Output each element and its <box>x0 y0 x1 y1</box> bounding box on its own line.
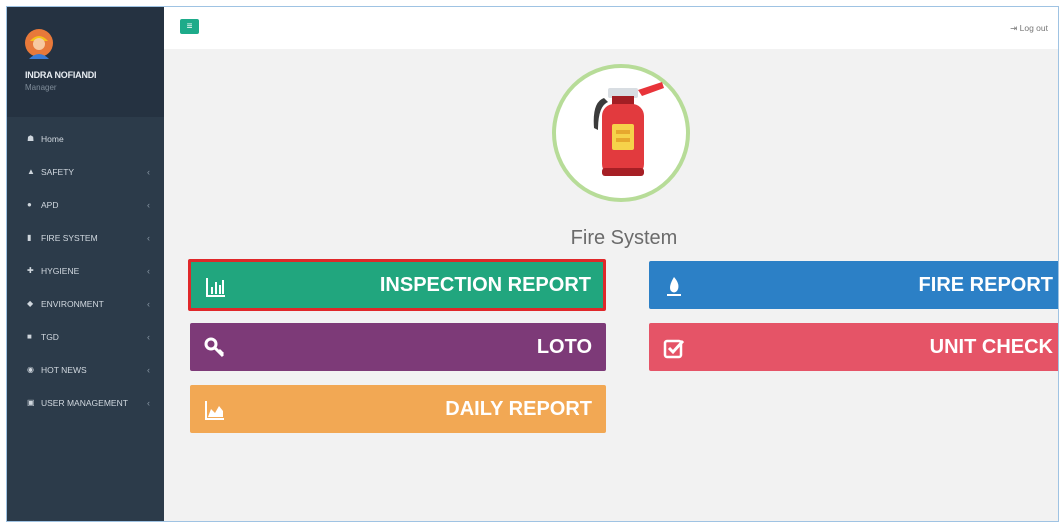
page-title: Fire System <box>570 227 678 249</box>
check-square-icon <box>663 339 685 359</box>
chevron-left-icon: ‹ <box>147 166 150 177</box>
button-label: UNIT CHECK <box>929 335 1053 358</box>
sidebar-item-hot-news[interactable]: ◉ HOT NEWS ‹ <box>7 353 164 386</box>
button-label: LOTO <box>536 335 592 358</box>
user-panel: INDRA NOFIANDI Manager <box>7 7 164 117</box>
fire-icon <box>667 277 681 296</box>
sidebar-item-label: HYGIENE <box>41 265 80 276</box>
button-label: FIRE REPORT <box>918 273 1053 296</box>
sidebar-item-label: Home <box>41 133 64 144</box>
area-chart-icon <box>205 401 224 420</box>
sidebar-item-environment[interactable]: ◆ ENVIRONMENT ‹ <box>7 287 164 320</box>
chevron-left-icon: ‹ <box>147 397 150 408</box>
key-icon <box>204 337 225 358</box>
sidebar-item-label: USER MANAGEMENT <box>41 397 128 408</box>
sidebar-item-fire-system[interactable]: ▮ FIRE SYSTEM ‹ <box>7 221 164 254</box>
lock-icon: ▣ <box>27 398 35 407</box>
chevron-left-icon: ‹ <box>147 364 150 375</box>
inspection-report-button[interactable]: INSPECTION REPORT <box>188 259 606 311</box>
fire-extinguisher-logo <box>552 64 690 202</box>
sign-out-icon: ⇥ <box>1010 23 1020 33</box>
chevron-left-icon: ‹ <box>147 298 150 309</box>
top-bar: ≡ ⇥ Log out <box>164 7 1058 49</box>
sidebar-item-label: SAFETY <box>41 166 75 177</box>
button-label: DAILY REPORT <box>445 397 592 420</box>
sidebar-item-home[interactable]: ☗ Home <box>7 122 164 155</box>
leaf-icon: ◆ <box>27 299 34 308</box>
sidebar-toggle-button[interactable]: ≡ <box>180 19 199 34</box>
sidebar-item-tgd[interactable]: ■ TGD ‹ <box>7 320 164 353</box>
logout-link[interactable]: ⇥ Log out <box>1010 23 1048 34</box>
truck-icon: ■ <box>27 332 32 341</box>
thumbs-up-icon: ▲ <box>27 167 35 176</box>
sidebar: INDRA NOFIANDI Manager ☗ Home ▲ SAFETY ‹ ● A… <box>7 7 164 521</box>
chevron-left-icon: ‹ <box>147 199 150 210</box>
sidebar-item-label: HOT NEWS <box>41 364 87 375</box>
user-icon: ● <box>27 200 32 209</box>
plus-icon: ✚ <box>27 266 34 275</box>
sidebar-item-user-management[interactable]: ▣ USER MANAGEMENT ‹ <box>7 386 164 419</box>
user-role: Manager <box>25 83 57 92</box>
chevron-left-icon: ‹ <box>147 232 150 243</box>
sidebar-item-hygiene[interactable]: ✚ HYGIENE ‹ <box>7 254 164 287</box>
daily-report-button[interactable]: DAILY REPORT <box>190 385 606 433</box>
sidebar-menu: ☗ Home ▲ SAFETY ‹ ● APD ‹ ▮ FIRE SYSTEM ‹ ✚ HYGI… <box>7 122 164 419</box>
user-name: INDRA NOFIANDI <box>25 70 97 80</box>
loto-button[interactable]: LOTO <box>190 323 606 371</box>
globe-icon: ◉ <box>27 365 34 374</box>
sidebar-item-apd[interactable]: ● APD ‹ <box>7 188 164 221</box>
chevron-left-icon: ‹ <box>147 265 150 276</box>
unit-check-button[interactable]: UNIT CHECK <box>649 323 1058 371</box>
app-frame: INDRA NOFIANDI Manager ☗ Home ▲ SAFETY ‹ ● A… <box>6 6 1059 522</box>
fire-extinguisher-icon <box>593 82 664 176</box>
logout-label: Log out <box>1019 23 1048 33</box>
main-content: Fire System INSPECTION REPORT FIRE REPOR… <box>164 49 1058 521</box>
fire-extinguisher-icon: ▮ <box>27 233 32 242</box>
sidebar-item-label: FIRE SYSTEM <box>41 232 98 243</box>
avatar <box>25 29 53 59</box>
home-icon: ☗ <box>27 134 35 143</box>
sidebar-item-label: APD <box>41 199 59 210</box>
chevron-left-icon: ‹ <box>147 331 150 342</box>
sidebar-item-label: ENVIRONMENT <box>41 298 104 309</box>
fire-report-button[interactable]: FIRE REPORT <box>649 261 1058 309</box>
sidebar-item-safety[interactable]: ▲ SAFETY ‹ <box>7 155 164 188</box>
bar-chart-icon <box>206 278 225 297</box>
menu-icon: ≡ <box>186 21 193 32</box>
button-label: INSPECTION REPORT <box>379 273 591 296</box>
sidebar-item-label: TGD <box>41 331 59 342</box>
